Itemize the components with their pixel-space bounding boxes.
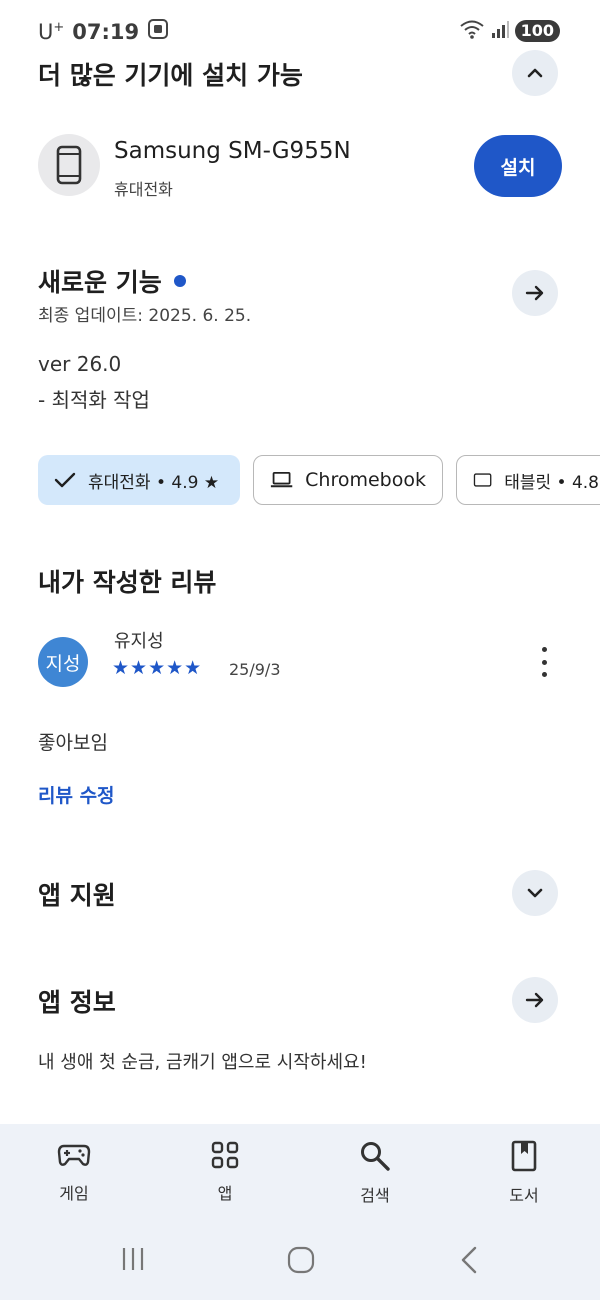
clock: 07:19 <box>72 19 140 44</box>
book-icon <box>511 1140 537 1172</box>
search-icon <box>361 1142 390 1171</box>
chip-phone-label: 휴대전화 • 4.9 ★ <box>88 472 220 493</box>
app-support-expand-button[interactable] <box>512 870 558 916</box>
system-navigation-bar <box>0 1232 600 1292</box>
laptop-icon <box>270 471 293 488</box>
nav-books-label: 도서 <box>509 1186 539 1205</box>
battery-indicator: 100 <box>514 20 560 42</box>
device-type: 휴대전화 <box>114 180 173 199</box>
app-info-arrow-button[interactable] <box>512 977 558 1023</box>
last-updated: 최종 업데이트: 2025. 6. 25. <box>38 306 252 326</box>
smartphone-icon <box>56 145 82 185</box>
device-avatar <box>38 134 100 196</box>
install-section-title: 더 많은 기기에 설치 가능 <box>38 61 303 90</box>
more-options-icon[interactable] <box>530 647 558 677</box>
nav-search[interactable]: 검색 <box>325 1140 425 1206</box>
screenshot-icon <box>147 18 169 45</box>
whats-new-arrow-button[interactable] <box>512 270 558 316</box>
reviewer-name: 유지성 <box>114 631 164 652</box>
apps-grid-icon <box>211 1141 239 1169</box>
carrier-label: U+ <box>38 19 65 44</box>
device-name: Samsung SM-G955N <box>114 138 351 164</box>
app-support-title: 앱 지원 <box>38 881 116 910</box>
home-button[interactable] <box>287 1246 315 1278</box>
nav-apps-label: 앱 <box>217 1184 233 1203</box>
signal-icon <box>491 19 509 43</box>
whats-new-title: 새로운 기능 <box>38 263 186 299</box>
review-text: 좋아보임 <box>38 732 108 754</box>
back-icon <box>461 1246 477 1274</box>
install-button[interactable]: 설치 <box>474 135 562 197</box>
gamepad-icon <box>57 1144 91 1166</box>
nav-search-label: 검색 <box>360 1186 390 1205</box>
status-right: 100 <box>459 18 560 44</box>
nav-apps[interactable]: 앱 <box>175 1140 275 1204</box>
new-indicator-dot <box>173 275 186 287</box>
nav-games[interactable]: 게임 <box>24 1140 124 1204</box>
recent-apps-button[interactable] <box>120 1246 146 1276</box>
recent-apps-icon <box>122 1248 144 1270</box>
bottom-navigation: 게임 앱 검색 도서 <box>0 1124 600 1300</box>
chip-phone[interactable]: 휴대전화 • 4.9 ★ <box>38 455 240 505</box>
chip-chromebook-label: Chromebook <box>305 469 426 491</box>
nav-games-label: 게임 <box>59 1184 89 1203</box>
app-description: 내 생애 첫 순금, 금캐기 앱으로 시작하세요! <box>38 1052 367 1073</box>
version-text: ver 26.0 <box>38 352 122 376</box>
arrow-right-icon <box>525 992 544 1008</box>
check-icon <box>54 472 76 488</box>
my-review-title: 내가 작성한 리뷰 <box>38 568 217 597</box>
nav-books[interactable]: 도서 <box>474 1140 574 1206</box>
chip-tablet-label: 태블릿 • 4.8 <box>504 472 599 493</box>
review-date: 25/9/3 <box>229 660 281 679</box>
star-rating: ★★★★★ <box>112 657 203 679</box>
tablet-icon <box>473 473 492 487</box>
status-left: U+ 07:19 <box>38 18 169 45</box>
chevron-down-icon <box>527 888 543 898</box>
chip-chromebook[interactable]: Chromebook <box>253 455 443 505</box>
app-info-title: 앱 정보 <box>38 988 116 1017</box>
chip-tablet[interactable]: 태블릿 • 4.8 <box>456 455 600 505</box>
collapse-button[interactable] <box>512 50 558 96</box>
home-icon <box>287 1246 315 1274</box>
whats-new-title-text: 새로운 기능 <box>38 268 162 297</box>
arrow-right-icon <box>525 285 544 301</box>
version-note: - 최적화 작업 <box>38 388 150 412</box>
avatar: 지성 <box>38 637 88 687</box>
edit-review-link[interactable]: 리뷰 수정 <box>38 781 115 808</box>
wifi-icon <box>459 18 485 44</box>
status-bar: U+ 07:19 100 <box>0 0 600 62</box>
back-button[interactable] <box>458 1246 480 1278</box>
chevron-up-icon <box>527 68 543 78</box>
